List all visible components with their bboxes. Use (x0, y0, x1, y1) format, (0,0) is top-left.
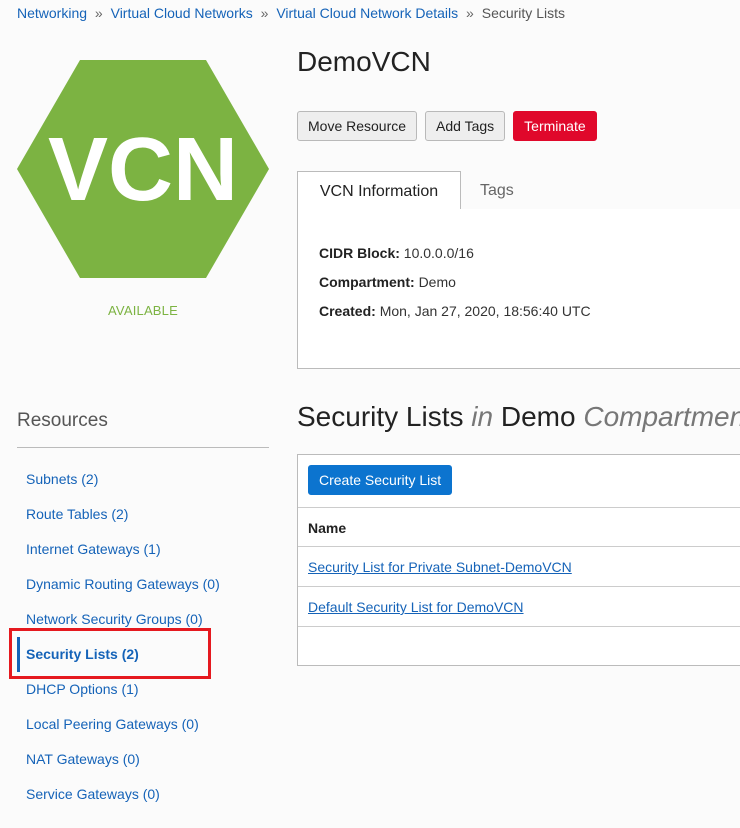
resource-item-internet-gateways: Internet Gateways (1) (17, 532, 269, 567)
resource-link-dhcp-options[interactable]: DHCP Options (1) (26, 681, 139, 697)
tab-vcn-information[interactable]: VCN Information (297, 171, 461, 210)
page-title: DemoVCN (297, 46, 431, 77)
security-lists-panel: Create Security List Name Security List … (297, 454, 740, 666)
resource-link-dynamic-routing-gateways[interactable]: Dynamic Routing Gateways (0) (26, 576, 220, 592)
add-tags-button[interactable]: Add Tags (425, 111, 506, 141)
breadcrumb-separator: » (94, 5, 103, 21)
breadcrumb-virtual-cloud-networks[interactable]: Virtual Cloud Networks (111, 5, 253, 21)
resource-link-subnets[interactable]: Subnets (2) (26, 471, 98, 487)
table-row: Security List for Private Subnet-DemoVCN (298, 547, 740, 587)
resource-link-nat-gateways[interactable]: NAT Gateways (0) (26, 751, 140, 767)
create-security-list-button[interactable]: Create Security List (308, 465, 453, 495)
breadcrumb-current: Security Lists (481, 5, 565, 21)
resource-link-internet-gateways[interactable]: Internet Gateways (1) (26, 541, 161, 557)
move-resource-button[interactable]: Move Resource (297, 111, 418, 141)
tab-tags[interactable]: Tags (480, 171, 514, 210)
cidr-block-label: CIDR Block: (319, 245, 400, 261)
vcn-logo-text: VCN (48, 120, 238, 220)
created-value: Mon, Jan 27, 2020, 18:56:40 UTC (379, 303, 591, 319)
resource-item-local-peering-gateways: Local Peering Gateways (0) (17, 707, 269, 742)
highlight-annotation (9, 628, 211, 679)
created-label: Created: (319, 303, 376, 319)
resource-link-network-security-groups[interactable]: Network Security Groups (0) (26, 611, 203, 627)
resource-item-nat-gateways: NAT Gateways (0) (17, 742, 269, 777)
resource-link-local-peering-gateways[interactable]: Local Peering Gateways (0) (26, 716, 199, 732)
resource-link-service-gateways[interactable]: Service Gateways (0) (26, 786, 160, 802)
terminate-button[interactable]: Terminate (513, 111, 597, 141)
vcn-information-panel: CIDR Block: 10.0.0.0/16 Compartment: Dem… (297, 209, 740, 369)
status-badge: AVAILABLE (108, 303, 178, 318)
action-bar: Move Resource Add Tags Terminate (297, 111, 597, 141)
compartment-row: Compartment: Demo (319, 274, 456, 290)
security-list-link-default[interactable]: Default Security List for DemoVCN (308, 599, 524, 615)
resource-item-subnets: Subnets (2) (17, 462, 269, 497)
created-row: Created: Mon, Jan 27, 2020, 18:56:40 UTC (319, 303, 591, 319)
security-list-link-private-subnet[interactable]: Security List for Private Subnet-DemoVCN (308, 559, 572, 575)
compartment-value: Demo (418, 274, 456, 290)
table-header-name[interactable]: Name (298, 507, 740, 547)
title-compartment-name: Demo (500, 401, 576, 432)
cidr-block-value: 10.0.0.0/16 (403, 245, 474, 261)
compartment-label: Compartment: (319, 274, 415, 290)
breadcrumb-separator: » (466, 5, 474, 21)
breadcrumb: Networking » Virtual Cloud Networks » Vi… (17, 5, 565, 21)
vcn-hexagon-icon: VCN (17, 60, 269, 278)
resource-item-service-gateways: Service Gateways (0) (17, 777, 269, 812)
security-lists-title-text: Security Lists (297, 401, 464, 432)
table-row: Default Security List for DemoVCN (298, 587, 740, 627)
resources-divider (17, 447, 269, 448)
resources-heading: Resources (17, 410, 108, 431)
resource-item-dynamic-routing-gateways: Dynamic Routing Gateways (0) (17, 567, 269, 602)
title-in-word: in (471, 401, 494, 432)
cidr-block-row: CIDR Block: 10.0.0.0/16 (319, 245, 474, 261)
resource-link-route-tables[interactable]: Route Tables (2) (26, 506, 128, 522)
security-lists-title: Security Lists in Demo Compartmen (297, 401, 740, 433)
breadcrumb-networking[interactable]: Networking (17, 5, 87, 21)
resource-item-route-tables: Route Tables (2) (17, 497, 269, 532)
breadcrumb-vcn-details[interactable]: Virtual Cloud Network Details (276, 5, 458, 21)
breadcrumb-separator: » (260, 5, 269, 21)
detail-tabs: VCN Information Tags (297, 171, 740, 210)
title-compartment-suffix: Compartmen (583, 401, 740, 432)
